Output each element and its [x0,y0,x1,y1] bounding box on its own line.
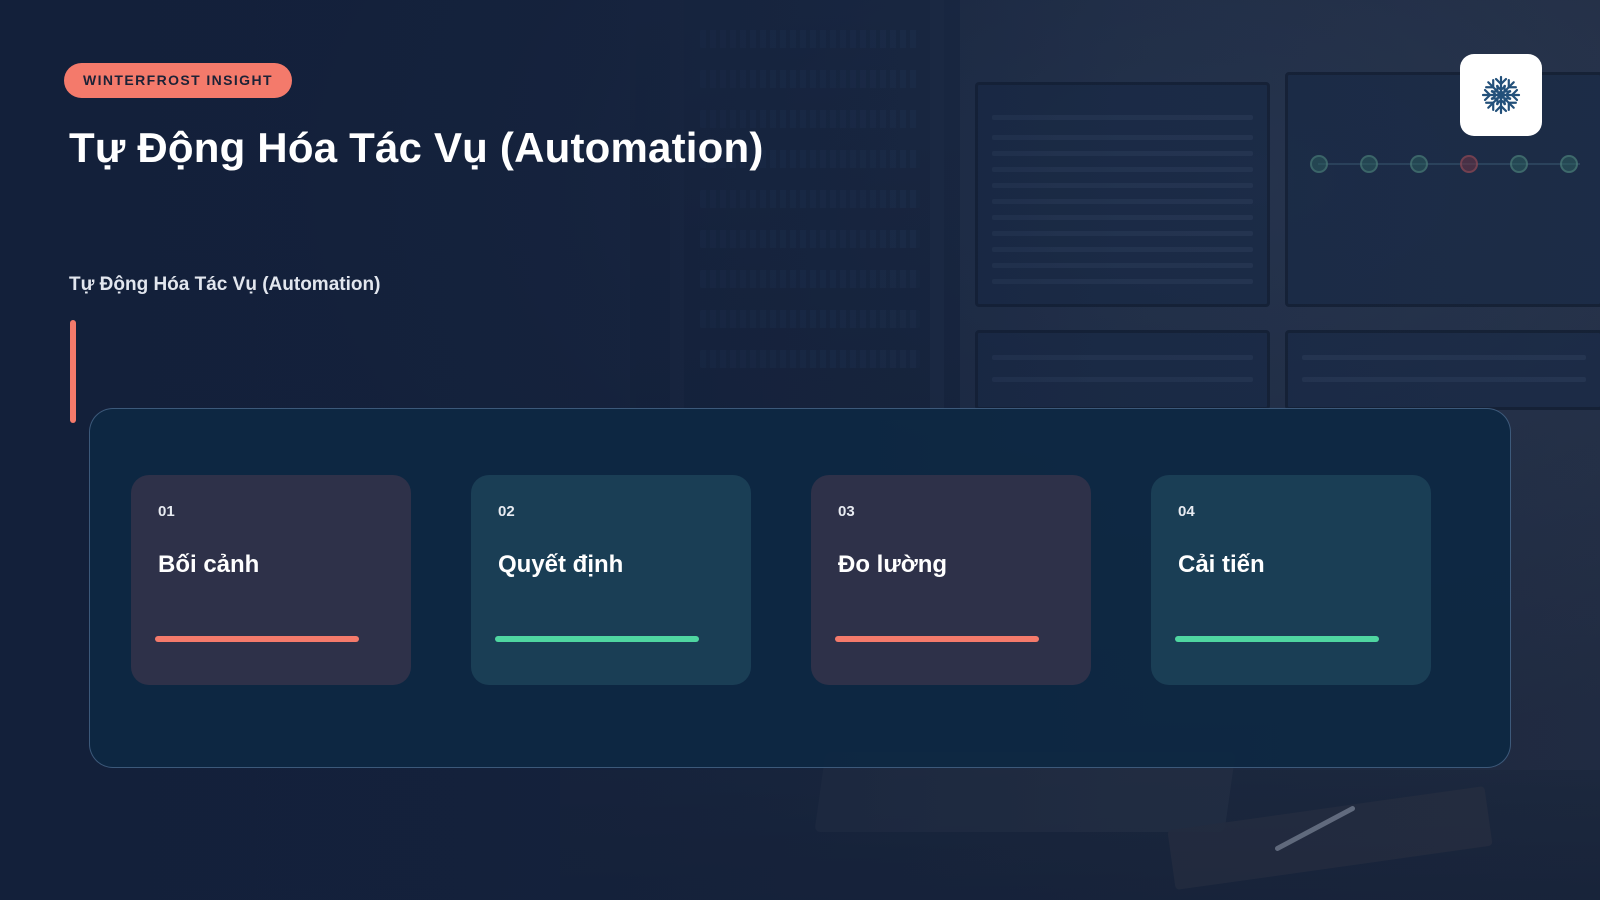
brand-badge: WINTERFROST INSIGHT [64,63,292,98]
snowflake-icon [1481,75,1521,115]
step-accent-line [1175,636,1379,642]
step-title: Bối cảnh [158,551,260,578]
step-card-1[interactable]: 01 Bối cảnh [131,475,411,685]
step-card-4[interactable]: 04 Cải tiến [1151,475,1431,685]
step-accent-line [495,636,699,642]
step-card-3[interactable]: 03 Đo lường [811,475,1091,685]
logo-tile [1460,54,1542,136]
step-accent-line [155,636,359,642]
step-title: Cải tiến [1178,551,1265,578]
step-number: 02 [498,503,515,520]
step-number: 01 [158,503,175,520]
step-title: Quyết định [498,551,624,578]
slide: WINTERFROST INSIGHT Tự Động Hóa Tác Vụ (… [0,0,1600,900]
page-subtitle: Tự Động Hóa Tác Vụ (Automation) [69,274,381,295]
step-accent-line [835,636,1039,642]
step-card-2[interactable]: 02 Quyết định [471,475,751,685]
steps-panel: 01 Bối cảnh 02 Quyết định 03 Đo lường 04… [89,408,1511,768]
page-title: Tự Động Hóa Tác Vụ (Automation) [69,124,764,171]
step-title: Đo lường [838,551,948,578]
accent-bar [70,320,76,423]
step-number: 03 [838,503,855,520]
step-number: 04 [1178,503,1195,520]
